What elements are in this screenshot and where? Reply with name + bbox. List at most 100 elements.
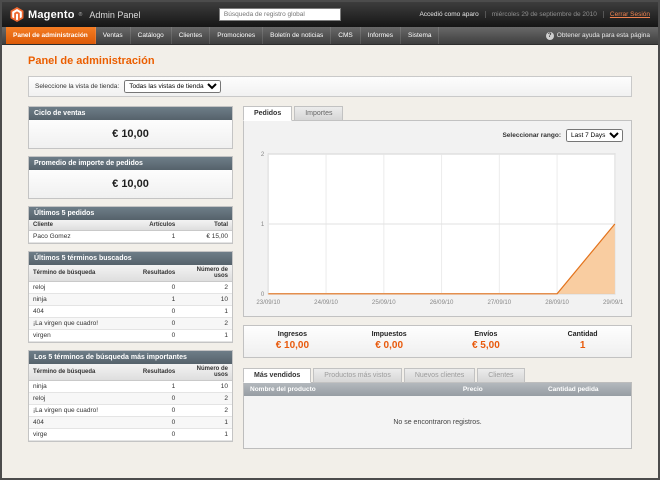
table-row[interactable]: virgen 0 1 bbox=[29, 330, 232, 342]
col-header: Cliente bbox=[29, 220, 135, 231]
nav-item-informes[interactable]: Informes bbox=[361, 27, 401, 44]
orders-area-chart: 23/09/1024/09/1025/09/1026/09/1027/09/10… bbox=[252, 148, 623, 308]
grid-empty-message: No se encontraron registros. bbox=[244, 396, 631, 448]
table-row[interactable]: ¡La virgen que cuadro! 0 2 bbox=[29, 318, 232, 330]
cell: ¡La virgen que cuadro! bbox=[29, 318, 135, 330]
last-orders-card: Últimos 5 pedidos Cliente Artículos Tota… bbox=[28, 206, 233, 244]
global-search-input[interactable] bbox=[219, 8, 341, 21]
store-view-select[interactable]: Todas las vistas de tienda bbox=[124, 80, 221, 93]
svg-text:25/09/10: 25/09/10 bbox=[372, 299, 396, 306]
cell: 2 bbox=[179, 282, 232, 294]
cell: 0 bbox=[135, 282, 180, 294]
store-view-label: Seleccione la vista de tienda: bbox=[35, 83, 119, 90]
cell: 1 bbox=[179, 429, 232, 441]
cell: reloj bbox=[29, 393, 135, 405]
svg-text:1: 1 bbox=[261, 221, 265, 228]
magento-logo: Magento® Admin Panel bbox=[10, 7, 140, 22]
tab-clientes[interactable]: Clientes bbox=[477, 368, 524, 383]
logged-in-text: Accedió como aparo bbox=[419, 11, 478, 18]
cell: 404 bbox=[29, 306, 135, 318]
cell: ninja bbox=[29, 294, 135, 306]
total-ingresos: Ingresos € 10,00 bbox=[244, 331, 341, 351]
svg-text:2: 2 bbox=[261, 151, 265, 158]
col-header: Artículos bbox=[135, 220, 180, 231]
col-header: Total bbox=[179, 220, 232, 231]
svg-text:0: 0 bbox=[261, 291, 265, 298]
cell: 0 bbox=[135, 330, 180, 342]
table-row[interactable]: reloj 0 2 bbox=[29, 282, 232, 294]
top-header-bar: Magento® Admin Panel Accedió como aparo … bbox=[2, 2, 658, 27]
cell: ¡La virgen que cuadro! bbox=[29, 405, 135, 417]
content-area: Panel de administración Seleccione la vi… bbox=[2, 45, 658, 449]
total-label: Cantidad bbox=[534, 331, 631, 338]
left-column: Ciclo de ventas € 10,00 Promedio de impo… bbox=[28, 106, 233, 449]
tab-mas-vendidos[interactable]: Más vendidos bbox=[243, 368, 311, 383]
table-row[interactable]: virge 0 1 bbox=[29, 429, 232, 441]
grid-col-qty: Cantidad pedida bbox=[542, 383, 631, 396]
cell: € 15,00 bbox=[179, 231, 232, 243]
nav-item-boletin[interactable]: Boletín de noticias bbox=[263, 27, 331, 44]
svg-text:23/09/10: 23/09/10 bbox=[256, 299, 280, 306]
range-select[interactable]: Last 7 Days bbox=[566, 129, 623, 142]
account-area: Accedió como aparo miércoles 29 de septi… bbox=[419, 11, 650, 18]
nav-item-cms[interactable]: CMS bbox=[331, 27, 360, 44]
cell: 2 bbox=[179, 393, 232, 405]
table-row[interactable]: Paco Gomez 1 € 15,00 bbox=[29, 231, 232, 243]
cell: 1 bbox=[179, 417, 232, 429]
tab-pedidos[interactable]: Pedidos bbox=[243, 106, 292, 121]
cell: 0 bbox=[135, 393, 180, 405]
cell: 0 bbox=[135, 306, 180, 318]
main-nav-bar: Panel de administración Ventas Catálogo … bbox=[2, 27, 658, 45]
help-link[interactable]: ? Obtener ayuda para esta página bbox=[546, 27, 658, 44]
avg-order-title: Promedio de importe de pedidos bbox=[29, 157, 232, 170]
table-row[interactable]: ¡La virgen que cuadro! 0 2 bbox=[29, 405, 232, 417]
registered-mark: ® bbox=[79, 12, 83, 18]
cell: 0 bbox=[135, 318, 180, 330]
nav-item-promociones[interactable]: Promociones bbox=[210, 27, 263, 44]
svg-text:26/09/10: 26/09/10 bbox=[430, 299, 454, 306]
cell: 404 bbox=[29, 417, 135, 429]
table-row[interactable]: ninja 1 10 bbox=[29, 294, 232, 306]
cell: 1 bbox=[135, 381, 180, 393]
table-row[interactable]: 404 0 1 bbox=[29, 306, 232, 318]
table-row[interactable]: 404 0 1 bbox=[29, 417, 232, 429]
logout-link[interactable]: Cerrar Sesión bbox=[610, 11, 650, 18]
cell: ninja bbox=[29, 381, 135, 393]
tab-importes[interactable]: Importes bbox=[294, 106, 343, 121]
nav-item-clientes[interactable]: Clientes bbox=[172, 27, 210, 44]
nav-item-dashboard[interactable]: Panel de administración bbox=[6, 27, 96, 44]
tab-productos-mas-vistos[interactable]: Productos más vistos bbox=[313, 368, 402, 383]
sales-cycle-card: Ciclo de ventas € 10,00 bbox=[28, 106, 233, 149]
nav-item-catalogo[interactable]: Catálogo bbox=[131, 27, 172, 44]
last-search-table: Término de búsqueda Resultados Número de… bbox=[29, 265, 232, 342]
range-selector-row: Seleccionar rango: Last 7 Days bbox=[252, 129, 623, 142]
grid-col-price: Precio bbox=[457, 383, 542, 396]
cell: 10 bbox=[179, 294, 232, 306]
nav-item-ventas[interactable]: Ventas bbox=[96, 27, 131, 44]
bottom-tabs: Más vendidos Productos más vistos Nuevos… bbox=[243, 368, 632, 383]
help-label: Obtener ayuda para esta página bbox=[557, 32, 650, 39]
svg-text:29/09/10: 29/09/10 bbox=[603, 299, 623, 306]
orders-chart-panel: Seleccionar rango: Last 7 Days 23/09/10 2… bbox=[243, 120, 632, 317]
cell: 10 bbox=[179, 381, 232, 393]
col-header: Número de usos bbox=[179, 364, 232, 381]
table-row[interactable]: reloj 0 2 bbox=[29, 393, 232, 405]
cell: virgen bbox=[29, 330, 135, 342]
cell: 1 bbox=[179, 330, 232, 342]
magento-admin-window: Magento® Admin Panel Accedió como aparo … bbox=[0, 0, 660, 480]
total-cantidad: Cantidad 1 bbox=[534, 331, 631, 351]
table-row[interactable]: ninja 1 10 bbox=[29, 381, 232, 393]
total-label: Ingresos bbox=[244, 331, 341, 338]
col-header: Término de búsqueda bbox=[29, 364, 135, 381]
total-value: € 5,00 bbox=[438, 340, 535, 351]
nav-item-sistema[interactable]: Sistema bbox=[401, 27, 439, 44]
col-header: Resultados bbox=[135, 265, 180, 282]
cell: 2 bbox=[179, 318, 232, 330]
grid-header-row: Nombre del producto Precio Cantidad pedi… bbox=[244, 383, 631, 396]
tab-nuevos-clientes[interactable]: Nuevos clientes bbox=[404, 368, 475, 383]
total-value: € 0,00 bbox=[341, 340, 438, 351]
last-search-card: Últimos 5 términos buscados Término de b… bbox=[28, 251, 233, 343]
cell: 0 bbox=[135, 429, 180, 441]
page-title: Panel de administración bbox=[28, 55, 632, 67]
totals-bar: Ingresos € 10,00 Impuestos € 0,00 Envíos… bbox=[243, 325, 632, 358]
